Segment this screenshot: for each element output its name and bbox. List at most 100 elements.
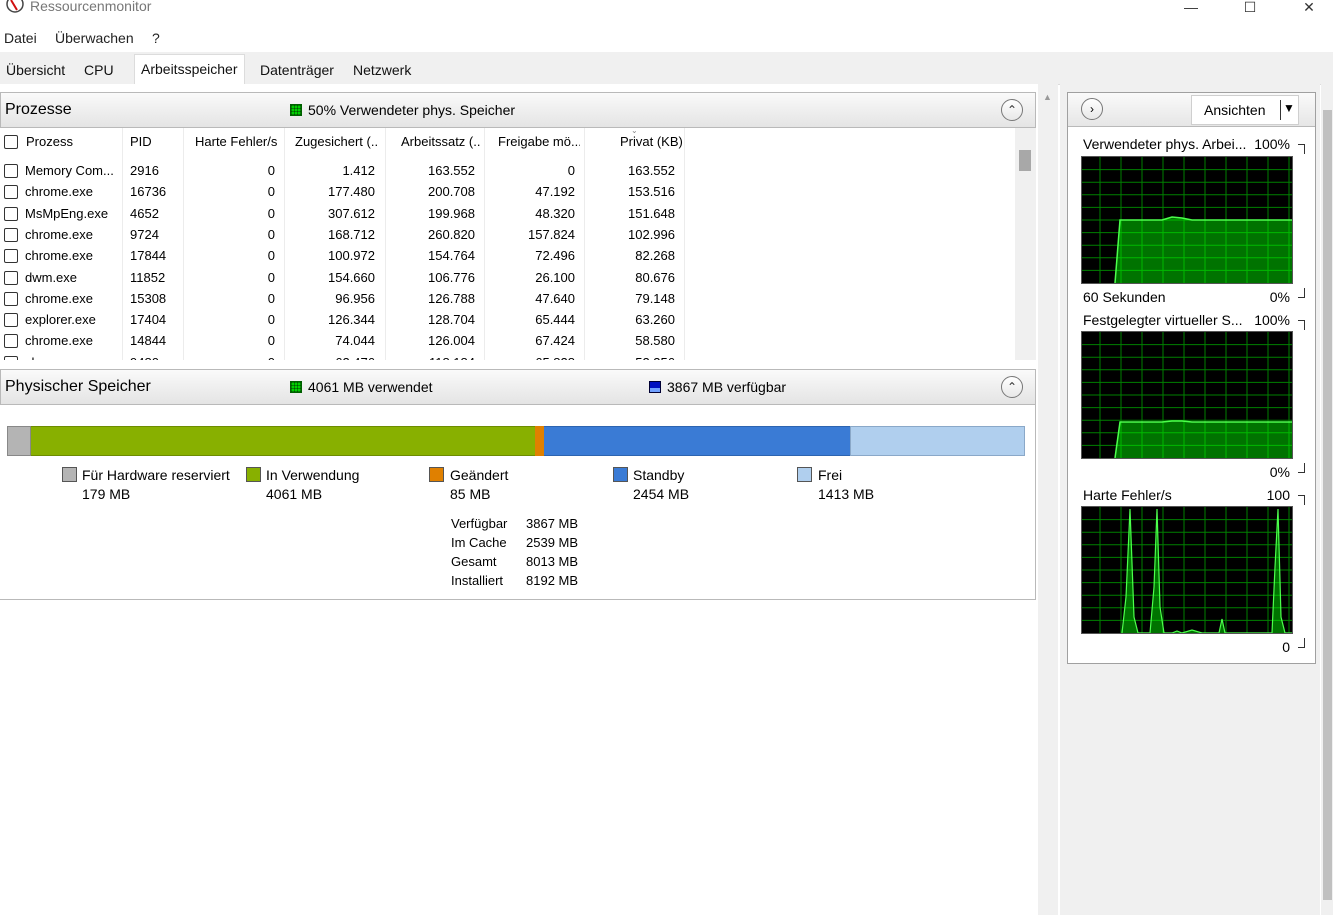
physical-available-text: 3867 MB verfügbar: [667, 379, 787, 395]
row-checkbox[interactable]: [4, 249, 18, 264]
cell-privat: 80.676: [635, 269, 675, 285]
table-row[interactable]: chrome.exe 14844 0 74.044 126.004 67.424 58.58…: [0, 330, 1015, 351]
tab-datentraeger[interactable]: Datenträger: [257, 60, 337, 82]
cell-privat: 163.552: [628, 163, 675, 178]
cell-pid: 9480: [130, 355, 159, 360]
row-checkbox[interactable]: [4, 164, 18, 178]
memory-bar-hardware-reserved: [7, 426, 31, 456]
cell-pid: 4652: [130, 205, 159, 221]
table-row[interactable]: chrome.exe 15308 0 96.956 126.788 47.640 79.14…: [0, 288, 1015, 309]
row-checkbox[interactable]: [4, 355, 18, 360]
column-header-freigabe[interactable]: Freigabe mö...: [498, 134, 580, 149]
tab-bar: Übersicht CPU Arbeitsspeicher Datenträge…: [0, 52, 1333, 86]
process-table-scrollbar-thumb[interactable]: [1019, 150, 1031, 171]
cell-freigabe: 65.828: [535, 355, 575, 360]
graph2-tick: [1304, 320, 1305, 330]
cell-harte-fehler: 0: [267, 163, 275, 178]
column-header-pid[interactable]: PID: [130, 134, 152, 149]
stat-cached-value: 2539 MB: [526, 535, 579, 550]
dropdown-arrow-icon[interactable]: ▼: [1283, 101, 1295, 115]
cell-arbeitssatz: 126.004: [428, 333, 475, 349]
physical-available-info: 3867 MB verfügbar: [649, 379, 786, 395]
graph1-max: 100%: [1254, 136, 1290, 152]
tab-netzwerk[interactable]: Netzwerk: [350, 60, 414, 82]
graph-pane-scrollbar-thumb[interactable]: [1323, 110, 1332, 900]
column-header-zugesichert[interactable]: Zugesichert (...: [295, 134, 379, 149]
row-checkbox[interactable]: [4, 334, 18, 349]
processes-collapse-button[interactable]: ⌃: [1001, 99, 1023, 121]
menu-ueberwachen[interactable]: Überwachen: [55, 30, 134, 46]
memory-used-indicator-icon: [290, 381, 302, 393]
legend-free-swatch: [797, 467, 812, 482]
table-row[interactable]: Memory Com... 2916 0 1.412 163.552 0 163.552: [0, 160, 1015, 181]
legend-hardware-reserved-swatch: [62, 467, 77, 482]
row-checkbox[interactable]: [4, 270, 18, 285]
column-header-privat[interactable]: Privat (KB): [620, 134, 683, 149]
stat-available-value: 3867 MB: [526, 516, 579, 531]
close-button[interactable]: ✕: [1286, 0, 1332, 16]
cell-prozess: chrome.exe: [25, 355, 93, 360]
processes-usage-text: 50% Verwendeter phys. Speicher: [308, 102, 516, 118]
physical-used-info: 4061 MB verwendet: [290, 379, 433, 395]
graph3-tick: [1304, 495, 1305, 505]
cell-freigabe: 0: [567, 163, 575, 178]
tab-uebersicht[interactable]: Übersicht: [3, 60, 68, 82]
cell-prozess: chrome.exe: [25, 333, 93, 349]
table-row[interactable]: explorer.exe 17404 0 126.344 128.704 65.444 63…: [0, 309, 1015, 330]
cell-privat: 63.260: [635, 312, 675, 328]
cell-zugesichert: 154.660: [328, 269, 375, 285]
table-row[interactable]: chrome.exe 17844 0 100.972 154.764 72.496 82.2…: [0, 245, 1015, 266]
graph3-hard-faults-chart: [1081, 506, 1293, 634]
graph2-tick: [1304, 463, 1305, 473]
row-checkbox[interactable]: [4, 227, 18, 242]
column-header-arbeitssatz[interactable]: Arbeitssatz (...: [401, 134, 481, 149]
cell-arbeitssatz: 106.776: [428, 269, 475, 285]
physical-memory-header[interactable]: Physischer Speicher 4061 MB verwendet 38…: [0, 369, 1036, 405]
physical-memory-collapse-button[interactable]: ⌃: [1001, 376, 1023, 398]
cell-harte-fehler: 0: [267, 333, 275, 349]
select-all-checkbox[interactable]: [4, 135, 18, 149]
maximize-button[interactable]: ☐: [1227, 0, 1273, 16]
legend-modified-label: Geändert: [450, 467, 509, 483]
main-panel-scrollbar[interactable]: [1038, 84, 1058, 915]
legend-in-use-value: 4061 MB: [266, 486, 323, 502]
row-checkbox[interactable]: [4, 313, 18, 328]
menu-datei[interactable]: Datei: [4, 30, 37, 46]
table-row[interactable]: dwm.exe 11852 0 154.660 106.776 26.100 80.676: [0, 267, 1015, 288]
tab-cpu[interactable]: CPU: [81, 60, 117, 82]
graph2-max: 100%: [1254, 312, 1290, 328]
cell-zugesichert: 100.972: [328, 248, 375, 264]
scroll-up-arrow-icon[interactable]: ▲: [1043, 92, 1052, 102]
row-checkbox[interactable]: [4, 185, 18, 200]
graph2-min: 0%: [1269, 464, 1290, 480]
cell-privat: 82.268: [635, 248, 675, 264]
minimize-button[interactable]: —: [1168, 0, 1214, 16]
tab-arbeitsspeicher[interactable]: Arbeitsspeicher: [134, 54, 245, 86]
row-checkbox[interactable]: [4, 291, 18, 306]
memory-available-indicator-icon: [649, 381, 661, 393]
row-checkbox[interactable]: [4, 206, 18, 221]
cell-harte-fehler: 0: [268, 355, 275, 360]
cell-arbeitssatz: 126.788: [428, 290, 475, 306]
processes-header-info: 50% Verwendeter phys. Speicher: [290, 102, 515, 118]
legend-in-use-label: In Verwendung: [266, 467, 360, 483]
table-row[interactable]: chrome.exe 16736 0 177.480 200.708 47.192 153.…: [0, 181, 1015, 202]
expand-chevron-icon[interactable]: ›: [1081, 98, 1103, 120]
table-row[interactable]: chrome.exe 9724 0 168.712 260.820 157.824 102.…: [0, 224, 1015, 245]
memory-bar-standby: [544, 426, 850, 456]
cell-harte-fehler: 0: [267, 290, 275, 306]
cell-pid: 14844: [130, 333, 167, 349]
graph1-min: 0%: [1269, 289, 1290, 305]
processes-header[interactable]: Prozesse 50% Verwendeter phys. Speicher …: [0, 92, 1036, 128]
menu-help[interactable]: ?: [152, 30, 160, 46]
stat-total-value: 8013 MB: [526, 554, 579, 569]
cell-pid: 16736: [130, 184, 167, 200]
legend-standby-value: 2454 MB: [633, 486, 690, 502]
cell-arbeitssatz: 200.708: [428, 184, 475, 200]
table-row[interactable]: chrome.exe 9480 0 62.476 118.184 65.828 52.356: [0, 352, 1015, 360]
table-row[interactable]: MsMpEng.exe 4652 0 307.612 199.968 48.320 151.…: [0, 203, 1015, 224]
column-header-prozess[interactable]: Prozess: [26, 134, 73, 149]
column-header-harte-fehler[interactable]: Harte Fehler/s: [195, 134, 277, 149]
cell-harte-fehler: 0: [267, 269, 275, 285]
cell-zugesichert: 62.476: [335, 355, 375, 360]
